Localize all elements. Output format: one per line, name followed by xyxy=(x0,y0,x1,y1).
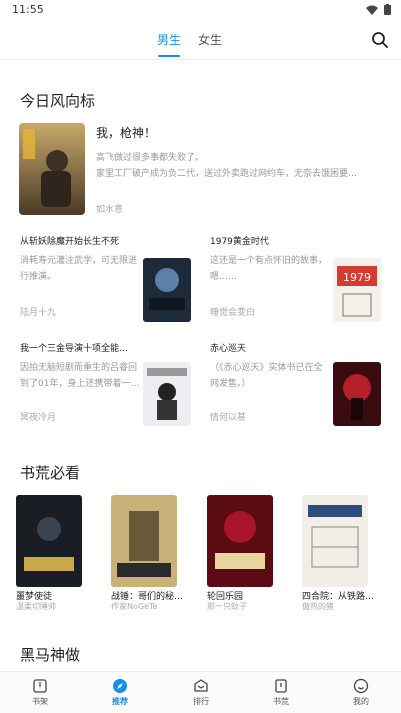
nav-item-bookshelf[interactable]: 书架 xyxy=(20,678,60,707)
search-icon[interactable] xyxy=(371,31,389,49)
book-icon xyxy=(275,679,287,693)
book-description: （《赤心巡天》实体书已在全 网发售。） xyxy=(210,363,323,389)
section-title-trending: 今日风向标 xyxy=(20,92,96,110)
book-cover xyxy=(111,495,177,587)
book-author: 情何以甚 xyxy=(210,413,247,423)
featured-book-cover xyxy=(19,123,85,215)
book-title: 从斩妖除魔开始长生不死 xyxy=(20,237,120,247)
status-bar: 11:55 xyxy=(0,0,401,22)
book-cover xyxy=(207,495,273,587)
nav-item-profile[interactable]: 我的 xyxy=(341,678,381,707)
section-title-shortage: 书荒必看 xyxy=(20,464,81,482)
status-time: 11:55 xyxy=(12,3,44,16)
book-title: 我一个三金导演十项全能… xyxy=(20,344,129,354)
featured-book-description: 高飞做过很多事都失败了。 家里工厂破产成为负二代，送过外卖跑过网约车，无奈去饿困… xyxy=(96,153,358,179)
svg-text:1979: 1979 xyxy=(343,271,371,284)
book-author: 陆月十九 xyxy=(20,308,57,318)
status-icons xyxy=(366,4,391,15)
book-cover xyxy=(302,495,368,587)
bookshelf-icon xyxy=(33,679,47,693)
book-author: 温柔切睡帅 xyxy=(16,602,56,611)
tab-indicator xyxy=(158,55,180,57)
bottom-navigation: 书架 推荐 排行 书荒 我的 xyxy=(0,671,401,713)
featured-book-title: 我，枪神！ xyxy=(96,126,157,140)
book-cover xyxy=(143,362,191,426)
book-author: 睡觉会变白 xyxy=(210,308,256,318)
tab-female[interactable]: 女生 xyxy=(198,31,222,48)
book-description: 这还是一个有点怀旧的故事， 嗯…… xyxy=(210,256,328,282)
nav-item-recommend[interactable]: 推荐 xyxy=(100,678,140,707)
top-tab-bar: 男生 女生 xyxy=(0,22,401,60)
wifi-icon xyxy=(366,5,378,15)
book-title: 赤心巡天 xyxy=(210,344,247,354)
nav-item-bookshortage[interactable]: 书荒 xyxy=(261,678,301,707)
book-cover xyxy=(16,495,82,587)
book-title: 1979黄金时代 xyxy=(210,237,269,247)
book-author: 冥夜冷月 xyxy=(20,413,57,423)
book-author: 那一只蚊子 xyxy=(207,602,247,611)
tab-male[interactable]: 男生 xyxy=(157,31,181,48)
featured-book-author: 如水意 xyxy=(96,205,124,215)
book-author: 作家NoGeTe xyxy=(111,602,158,611)
book-cover: 1979 xyxy=(333,258,381,322)
book-description: 消耗寿元灌注武学，可无限进 行推演。 xyxy=(20,256,138,282)
nav-item-ranking[interactable]: 排行 xyxy=(181,678,221,707)
book-author: 傲热的猪 xyxy=(302,602,334,611)
profile-icon xyxy=(353,678,369,694)
section-title-darkhorse: 黑马神做 xyxy=(20,646,81,664)
book-cover xyxy=(143,258,191,322)
ranking-icon xyxy=(194,679,208,692)
book-description: 因拍无脑短剧而重生的吕睿回 到了01年，身上还携带着一… xyxy=(20,363,140,389)
book-cover xyxy=(333,362,381,426)
compass-icon xyxy=(113,679,127,693)
battery-icon xyxy=(384,4,391,15)
